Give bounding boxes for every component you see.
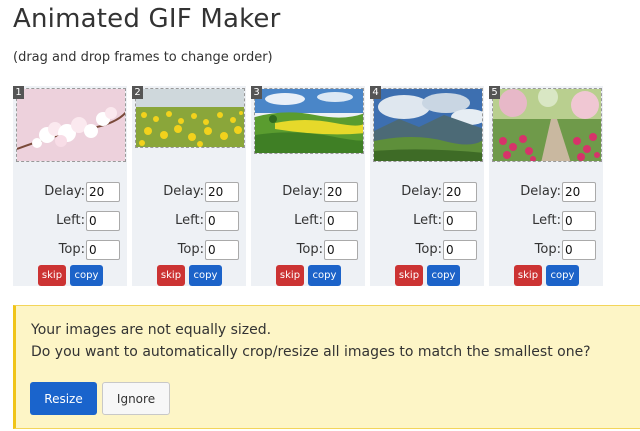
page-title: Animated GIF Maker (13, 4, 281, 34)
skip-button[interactable]: skip (157, 265, 185, 286)
delay-input[interactable] (562, 182, 596, 202)
delay-input[interactable] (324, 182, 358, 202)
top-label: Top: (177, 242, 204, 257)
copy-button[interactable]: copy (427, 265, 460, 286)
top-input[interactable] (86, 240, 120, 260)
skip-button[interactable]: skip (276, 265, 304, 286)
frame-card[interactable]: 2 Delay: Left: Top: (132, 86, 246, 286)
copy-button[interactable]: copy (546, 265, 579, 286)
top-input[interactable] (324, 240, 358, 260)
frame-thumbnail[interactable] (492, 88, 602, 162)
alert-message-line1: Your images are not equally sized. (31, 322, 272, 338)
left-label: Left: (532, 213, 561, 228)
left-label: Left: (413, 213, 442, 228)
frame-card[interactable]: 4 Delay: Left: Top: skip copy (370, 86, 484, 286)
left-input[interactable] (205, 211, 239, 231)
frame-card[interactable]: 5 Delay: L (489, 86, 603, 286)
delay-label: Delay: (44, 184, 85, 199)
top-label: Top: (58, 242, 85, 257)
delay-input[interactable] (205, 182, 239, 202)
delay-input[interactable] (86, 182, 120, 202)
left-input[interactable] (324, 211, 358, 231)
delay-label: Delay: (163, 184, 204, 199)
skip-button[interactable]: skip (514, 265, 542, 286)
top-input[interactable] (562, 240, 596, 260)
top-input[interactable] (443, 240, 477, 260)
page-subtitle: (drag and drop frames to change order) (13, 50, 273, 65)
skip-button[interactable]: skip (395, 265, 423, 286)
frame-number: 4 (370, 86, 381, 99)
frame-thumbnail[interactable] (135, 88, 245, 148)
frame-thumbnail[interactable] (16, 88, 126, 162)
frame-number: 5 (489, 86, 500, 99)
frame-number: 1 (13, 86, 24, 99)
frame-thumbnail[interactable] (254, 88, 364, 154)
alert-message-line2: Do you want to automatically crop/resize… (31, 344, 591, 360)
top-label: Top: (296, 242, 323, 257)
skip-button[interactable]: skip (38, 265, 66, 286)
delay-label: Delay: (282, 184, 323, 199)
left-input[interactable] (86, 211, 120, 231)
left-input[interactable] (562, 211, 596, 231)
ignore-button[interactable]: Ignore (102, 382, 170, 415)
top-label: Top: (534, 242, 561, 257)
left-label: Left: (175, 213, 204, 228)
frame-number: 3 (251, 86, 262, 99)
top-input[interactable] (205, 240, 239, 260)
copy-button[interactable]: copy (70, 265, 103, 286)
size-warning-alert: Your images are not equally sized. Do yo… (13, 305, 640, 429)
frame-thumbnail[interactable] (373, 88, 483, 162)
left-label: Left: (56, 213, 85, 228)
copy-button[interactable]: copy (308, 265, 341, 286)
left-label: Left: (294, 213, 323, 228)
frame-number: 2 (132, 86, 143, 99)
copy-button[interactable]: copy (189, 265, 222, 286)
delay-label: Delay: (401, 184, 442, 199)
delay-input[interactable] (443, 182, 477, 202)
frame-card[interactable]: 3 Delay: Left: Top: skip copy (251, 86, 365, 286)
frame-card[interactable]: 1 Delay: Left: Top: skip copy (13, 86, 127, 286)
delay-label: Delay: (520, 184, 561, 199)
left-input[interactable] (443, 211, 477, 231)
top-label: Top: (415, 242, 442, 257)
resize-button[interactable]: Resize (30, 382, 97, 415)
